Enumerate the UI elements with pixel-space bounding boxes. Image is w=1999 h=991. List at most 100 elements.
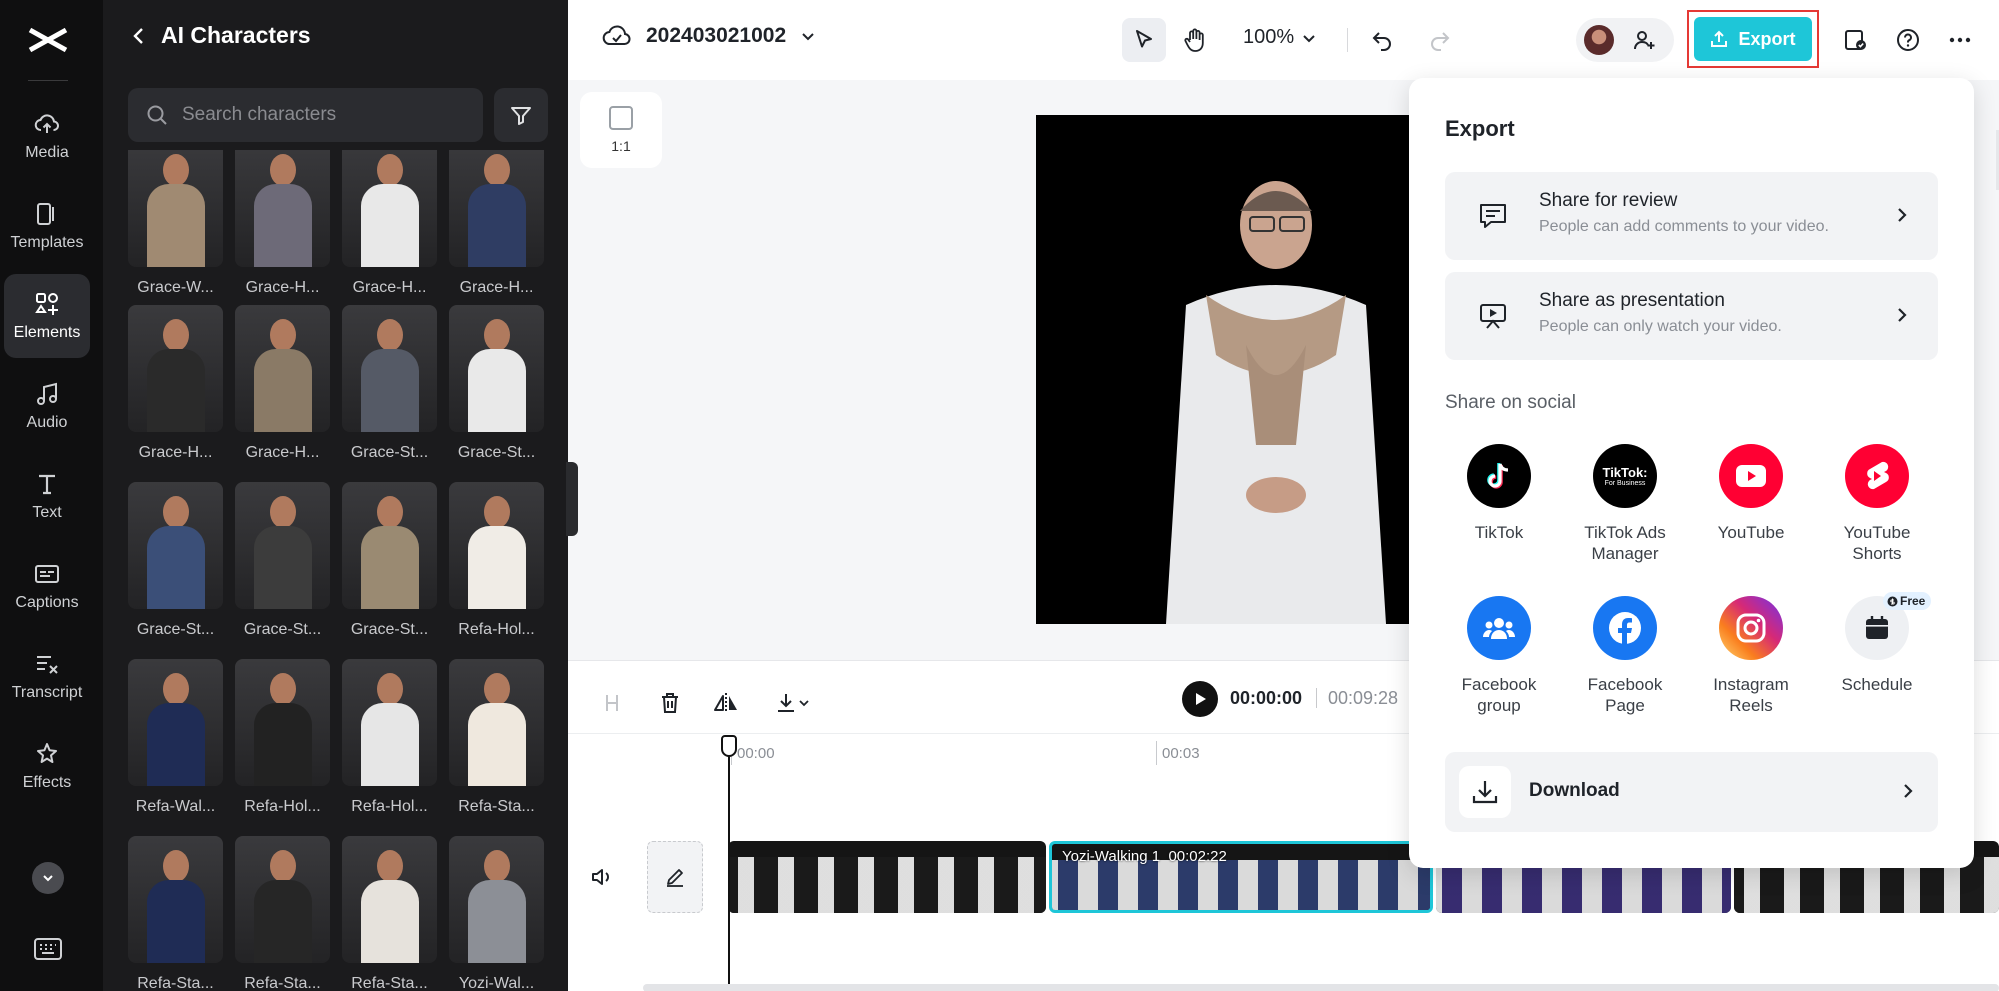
rail-item-effects[interactable]: Effects: [4, 724, 90, 808]
clip-frames: [1052, 860, 1430, 910]
keyboard-icon[interactable]: [34, 938, 62, 960]
character-name: Yozi-Wal...: [458, 975, 535, 991]
toolbar-divider: [1347, 28, 1348, 52]
social-name: YouTube: [1717, 523, 1785, 542]
rail-item-audio[interactable]: Audio: [4, 364, 90, 448]
character-card[interactable]: Refa-Sta...: [235, 836, 330, 991]
rail-item-label: Transcript: [11, 684, 83, 701]
ratio-label: 1:1: [611, 138, 631, 154]
playhead[interactable]: [728, 735, 730, 991]
character-card[interactable]: Grace-St...: [128, 482, 223, 639]
pencil-icon: [667, 869, 683, 887]
character-name: Grace-H...: [138, 444, 213, 461]
help-button[interactable]: [1886, 18, 1930, 62]
character-card[interactable]: Refa-Sta...: [128, 836, 223, 991]
character-name: Refa-Wal...: [135, 798, 216, 815]
timeline-scrollbar[interactable]: [643, 984, 1999, 991]
share-facebook-group[interactable]: Facebook group: [1439, 596, 1559, 716]
redo-button[interactable]: [1418, 18, 1462, 62]
character-card[interactable]: Grace-H...: [342, 150, 437, 297]
select-tool-button[interactable]: [1122, 18, 1166, 62]
more-options-button[interactable]: [1938, 18, 1982, 62]
share-youtube[interactable]: YouTube: [1691, 444, 1811, 543]
playhead-handle[interactable]: [721, 735, 737, 757]
presentation-icon: [1480, 304, 1506, 329]
character-thumbnail: [449, 482, 544, 609]
add-user-icon[interactable]: [1632, 28, 1656, 52]
review-button[interactable]: [1833, 18, 1877, 62]
character-card[interactable]: Refa-Hol...: [235, 659, 330, 816]
filter-icon: [511, 107, 531, 125]
download-option[interactable]: Download: [1445, 752, 1938, 832]
zoom-dropdown[interactable]: 100%: [1243, 26, 1316, 49]
export-title: Export: [1445, 116, 1515, 141]
share-youtube-shorts[interactable]: YouTube Shorts: [1817, 444, 1937, 564]
share-for-review-option[interactable]: Share for review People can add comments…: [1445, 172, 1938, 260]
rail-item-media[interactable]: Media: [4, 94, 90, 178]
cover-edit-button[interactable]: [647, 841, 703, 913]
timeline-clip-selected[interactable]: Yozi-Walking 1 00:02:22: [1049, 841, 1433, 913]
download-icon: [1472, 781, 1498, 804]
back-arrow-icon[interactable]: [131, 26, 145, 46]
character-card[interactable]: Grace-H...: [449, 150, 544, 297]
delete-button[interactable]: [650, 683, 690, 723]
social-name: Facebook group: [1461, 675, 1537, 715]
top-bar: 202403021002 100% Export: [568, 0, 1999, 80]
hand-tool-button[interactable]: [1173, 18, 1217, 62]
play-button[interactable]: [1182, 681, 1218, 717]
aspect-ratio-button[interactable]: 1:1: [580, 92, 662, 168]
character-thumbnail: [235, 150, 330, 267]
character-card[interactable]: Yozi-Wal...: [449, 836, 544, 991]
character-card[interactable]: Grace-H...: [235, 150, 330, 297]
cloud-sync-icon: [602, 25, 631, 45]
search-input[interactable]: [182, 104, 472, 126]
character-thumbnail: [449, 305, 544, 432]
share-schedule[interactable]: Free Schedule: [1817, 592, 1937, 695]
rail-item-text[interactable]: Text: [4, 454, 90, 538]
character-card[interactable]: Grace-St...: [449, 305, 544, 462]
share-facebook-page[interactable]: Facebook Page: [1565, 596, 1685, 716]
character-name: Refa-Sta...: [137, 975, 214, 991]
share-instagram-reels[interactable]: Instagram Reels: [1691, 596, 1811, 716]
option-subtitle: People can only watch your video.: [1539, 318, 1782, 335]
character-name: Grace-H...: [245, 279, 320, 296]
filter-button[interactable]: [494, 88, 548, 142]
collaborators[interactable]: [1576, 18, 1674, 62]
character-card[interactable]: Refa-Sta...: [342, 836, 437, 991]
character-card[interactable]: Refa-Hol...: [449, 482, 544, 639]
character-card[interactable]: Grace-H...: [235, 305, 330, 462]
character-card[interactable]: Refa-Hol...: [342, 659, 437, 816]
panel-collapse-handle[interactable]: [566, 462, 578, 536]
rail-item-transcript[interactable]: Transcript: [4, 634, 90, 718]
timeline-clip[interactable]: [728, 841, 1046, 913]
character-card[interactable]: Grace-H...: [128, 305, 223, 462]
share-as-presentation-option[interactable]: Share as presentation People can only wa…: [1445, 272, 1938, 360]
flip-button[interactable]: [706, 683, 746, 723]
share-tiktok[interactable]: TikTok: [1439, 444, 1559, 543]
rail-item-captions[interactable]: Captions: [4, 544, 90, 628]
help-icon: [1897, 29, 1919, 51]
character-card[interactable]: Grace-W...: [128, 150, 223, 297]
download-dropdown-button[interactable]: [762, 683, 822, 723]
character-card[interactable]: Grace-St...: [342, 482, 437, 639]
rail-more-button[interactable]: [32, 862, 64, 894]
character-thumbnail: [449, 150, 544, 267]
character-card[interactable]: Grace-St...: [235, 482, 330, 639]
character-card[interactable]: Refa-Sta...: [449, 659, 544, 816]
character-card[interactable]: Grace-St...: [342, 305, 437, 462]
rail-item-templates[interactable]: Templates: [4, 184, 90, 268]
split-button[interactable]: [592, 683, 632, 723]
export-button[interactable]: Export: [1694, 17, 1812, 61]
track-audio-toggle[interactable]: [590, 865, 614, 889]
avatar[interactable]: [1584, 25, 1614, 55]
shield-check-icon: [1845, 30, 1866, 50]
rail-item-elements[interactable]: Elements: [4, 274, 90, 358]
tiktok-icon: [1467, 444, 1531, 508]
video-preview[interactable]: [1036, 115, 1416, 624]
rail-item-label: Captions: [15, 594, 79, 611]
undo-button[interactable]: [1360, 18, 1404, 62]
share-tiktok-ads-manager[interactable]: TikTok: For Business TikTok Ads Manager: [1565, 444, 1685, 564]
character-grid: Grace-W... Grace-H... Grace-H... Grace-H...…: [128, 150, 548, 991]
character-card[interactable]: Refa-Wal...: [128, 659, 223, 816]
project-menu[interactable]: 202403021002: [602, 24, 816, 48]
